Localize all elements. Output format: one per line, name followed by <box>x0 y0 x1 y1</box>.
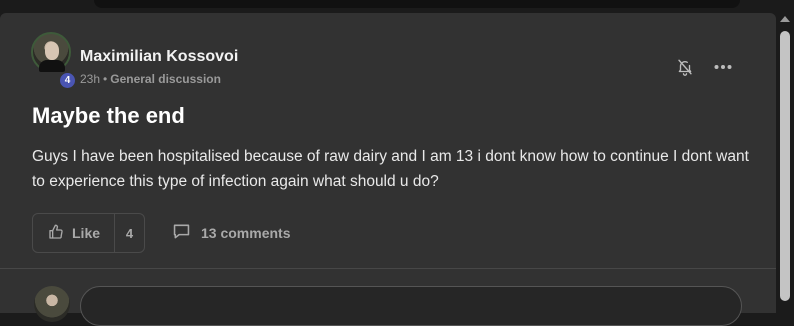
post-meta: 23h • General discussion <box>80 72 221 86</box>
previous-card-area <box>0 0 794 14</box>
thumbs-up-icon <box>48 224 64 243</box>
post-category[interactable]: General discussion <box>110 72 221 86</box>
post-body: Guys I have been hospitalised because of… <box>32 148 749 190</box>
level-badge: 4 <box>58 71 77 90</box>
author-avatar[interactable] <box>31 32 71 72</box>
card-divider <box>0 268 776 269</box>
comment-icon <box>172 223 191 243</box>
scroll-thumb[interactable] <box>780 31 790 301</box>
previous-card-edge <box>94 0 740 8</box>
bell-off-icon[interactable] <box>674 56 696 78</box>
more-options-icon[interactable] <box>712 56 734 78</box>
current-user-avatar <box>34 286 70 322</box>
scrollbar[interactable] <box>776 13 794 301</box>
like-label: Like <box>72 225 101 241</box>
like-button[interactable]: Like <box>33 214 115 252</box>
like-group: Like 4 <box>32 213 145 253</box>
post-time: 23h <box>80 72 101 86</box>
comments-label: 13 comments <box>201 225 291 241</box>
scroll-up-arrow-icon[interactable] <box>780 16 790 22</box>
avatar-shirt <box>39 60 65 72</box>
post-title[interactable]: Maybe the end <box>32 103 185 129</box>
author-name[interactable]: Maximilian Kossovoi <box>80 48 238 66</box>
avatar-face <box>45 42 59 60</box>
meta-separator: • <box>103 72 108 86</box>
comment-input[interactable] <box>80 286 742 326</box>
like-count[interactable]: 4 <box>115 226 144 241</box>
comments-button[interactable]: 13 comments <box>172 223 290 243</box>
